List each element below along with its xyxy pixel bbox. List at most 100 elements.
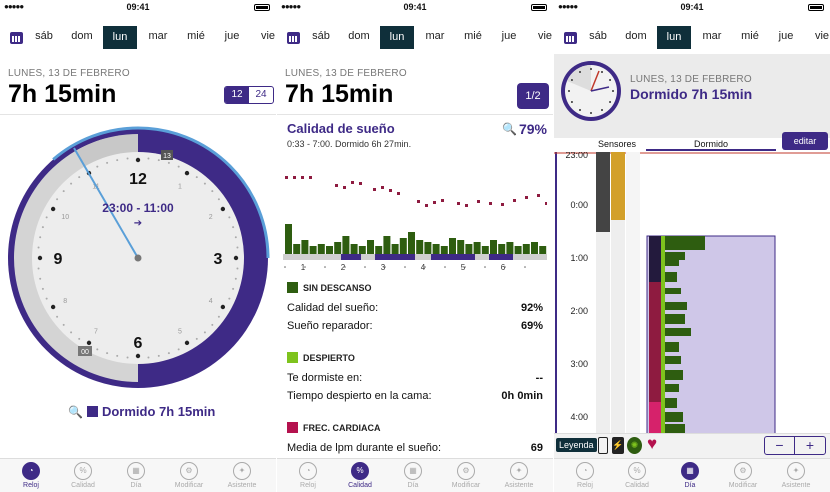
- heart-rate-dot: [525, 196, 528, 199]
- day-tab-2[interactable]: lun: [380, 26, 414, 49]
- calendar-icon[interactable]: [564, 32, 577, 44]
- stat-row: Calidad del sueño: 92%: [287, 302, 543, 314]
- quality-percent: 79%: [518, 121, 547, 137]
- tick: [177, 348, 180, 351]
- tab-día[interactable]: ▦ Día: [663, 462, 717, 489]
- heart-rate-dot: [301, 176, 304, 179]
- day-tab-5[interactable]: jue: [492, 30, 526, 42]
- stage-segment: [375, 254, 415, 260]
- day-tab-3[interactable]: mar: [418, 30, 452, 42]
- tick: [184, 170, 190, 176]
- day-tab-6[interactable]: vie: [805, 30, 830, 42]
- restless-bar: [665, 384, 679, 392]
- day-tab-4[interactable]: mié: [179, 30, 213, 42]
- status-bar: ●●●●● 09:41: [0, 0, 276, 14]
- axis-dot: [284, 266, 286, 268]
- zoom-out-button[interactable]: −: [765, 437, 795, 454]
- day-tab-4[interactable]: mié: [733, 30, 767, 42]
- percent-icon: %: [628, 462, 646, 480]
- day-tab-1[interactable]: dom: [619, 30, 653, 42]
- clock-small-number: 8: [63, 298, 67, 305]
- mini-tick: [601, 70, 603, 73]
- calendar-icon: ▦: [404, 462, 422, 480]
- awake-strip: [661, 236, 665, 434]
- day-tab-5[interactable]: jue: [769, 30, 803, 42]
- heart-rate-dot: [359, 182, 362, 185]
- tick: [70, 182, 73, 185]
- sleep-timeline[interactable]: 23:00 0:00 1:00 2:00 3:00 4:00: [554, 152, 830, 434]
- day-tab-5[interactable]: jue: [215, 30, 249, 42]
- time-label: 3:00: [570, 359, 588, 369]
- tab-reloj[interactable]: ◔ Reloj: [281, 462, 335, 489]
- day-tab-4[interactable]: mié: [456, 30, 490, 42]
- tab-calidad[interactable]: % Calidad: [56, 462, 110, 489]
- tab-asistente[interactable]: ✦ Asistente: [492, 462, 546, 489]
- calendar-icon[interactable]: [10, 32, 23, 44]
- legend-button[interactable]: Leyenda: [556, 438, 597, 452]
- mini-tick: [570, 101, 573, 103]
- zoom-in-button[interactable]: +: [795, 437, 825, 454]
- restless-bar: [665, 398, 677, 408]
- heart-icon: ♥: [647, 434, 658, 453]
- tab-día[interactable]: ▦ Día: [109, 462, 163, 489]
- heart-rate-dot: [285, 176, 288, 179]
- tab-asistente[interactable]: ✦ Asistente: [215, 462, 269, 489]
- tab-día[interactable]: ▦ Día: [386, 462, 440, 489]
- axis-dot: [524, 266, 526, 268]
- day-tab-0[interactable]: sáb: [27, 30, 61, 42]
- day-selector: sáb dom lun mar mié jue vie: [554, 26, 830, 50]
- heart-rate-dot: [351, 181, 354, 184]
- format-12-button[interactable]: 12: [225, 87, 249, 103]
- hour-format-toggle[interactable]: 12 24: [224, 86, 274, 104]
- day-tab-2[interactable]: lun: [657, 26, 691, 49]
- mini-clock[interactable]: [560, 60, 622, 122]
- heart-rate-dot: [457, 202, 460, 205]
- tick: [220, 304, 226, 310]
- day-tab-6[interactable]: vie: [528, 30, 553, 42]
- tab-reloj[interactable]: ◔ Reloj: [558, 462, 612, 489]
- sleep-clock[interactable]: 123691245781011130023:00 - 11:00➔: [6, 126, 270, 390]
- app-root: ●●●●● 09:41 sáb dom lun mar mié jue vie LUNES, …: [0, 0, 830, 492]
- tab-reloj[interactable]: ◔ Reloj: [4, 462, 58, 489]
- day-tab-3[interactable]: mar: [695, 30, 729, 42]
- tab-calidad[interactable]: % Calidad: [333, 462, 387, 489]
- page-toggle-button[interactable]: 1/2: [517, 83, 549, 109]
- day-tab-1[interactable]: dom: [342, 30, 376, 42]
- search-icon[interactable]: 🔍: [502, 122, 517, 136]
- tick: [228, 297, 231, 300]
- restless-bar: [440, 246, 448, 254]
- restless-bar: [432, 244, 440, 254]
- search-icon[interactable]: 🔍: [68, 405, 83, 419]
- tick: [217, 315, 220, 318]
- tab-modificar[interactable]: ⚙ Modificar: [439, 462, 493, 489]
- tab-asistente[interactable]: ✦ Asistente: [769, 462, 823, 489]
- tab-label: Asistente: [227, 482, 257, 489]
- tick: [116, 159, 119, 162]
- tab-modificar[interactable]: ⚙ Modificar: [162, 462, 216, 489]
- day-tab-2[interactable]: lun: [103, 26, 137, 49]
- calendar-icon[interactable]: [287, 32, 300, 44]
- status-bar: ●●●●● 09:41: [554, 0, 830, 14]
- tab-calidad[interactable]: % Calidad: [610, 462, 664, 489]
- section-header: DESPIERTO: [287, 352, 355, 363]
- day-tab-6[interactable]: vie: [251, 30, 276, 42]
- mini-tick: [568, 90, 570, 92]
- edit-button[interactable]: editar: [782, 132, 828, 150]
- day-tab-0[interactable]: sáb: [304, 30, 338, 42]
- tab-bar: ◔ Reloj% Calidad ▦ Día ⚙ Modificar ✦ Asistente: [554, 458, 830, 492]
- restless-bar: [481, 246, 489, 254]
- percent-icon: %: [74, 462, 92, 480]
- day-selector: sáb dom lun mar mié jue vie: [0, 26, 276, 50]
- day-tab-1[interactable]: dom: [65, 30, 99, 42]
- day-tab-3[interactable]: mar: [141, 30, 175, 42]
- clock-icon: ◔: [299, 462, 317, 480]
- axis-dot: [484, 266, 486, 268]
- heart-rate-dot: [425, 204, 428, 207]
- time-label: 4:00: [570, 412, 588, 422]
- axis-dot: [384, 266, 386, 268]
- format-24-button[interactable]: 24: [249, 87, 273, 103]
- day-tab-0[interactable]: sáb: [581, 30, 615, 42]
- tick: [116, 354, 119, 357]
- tab-modificar[interactable]: ⚙ Modificar: [716, 462, 770, 489]
- zoom-stepper[interactable]: − +: [764, 436, 826, 455]
